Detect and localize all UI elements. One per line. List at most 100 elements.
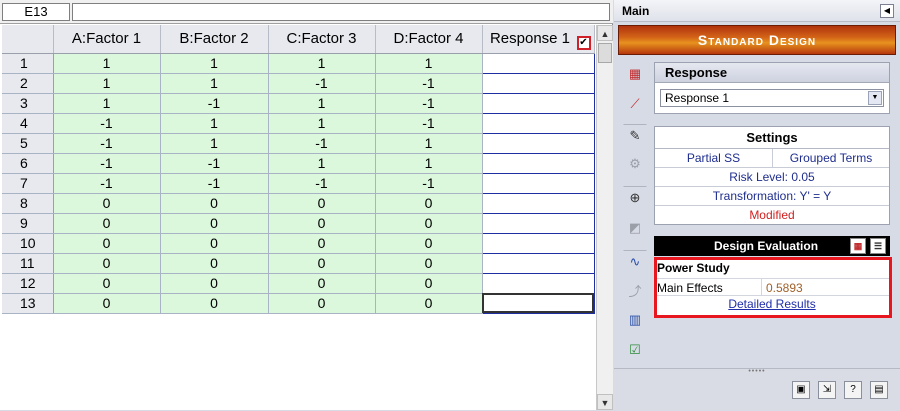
response-cell[interactable] [482,133,595,154]
formula-input[interactable] [72,3,610,21]
help-icon[interactable]: ? [844,381,862,399]
factor-cell[interactable]: 1 [268,113,376,134]
standard-design-banner[interactable]: Standard Design [618,25,896,55]
factor-cell[interactable]: -1 [268,133,376,154]
factor-cell[interactable]: 0 [268,193,376,214]
cell-reference-box[interactable]: E13 [2,3,70,21]
response-cell[interactable] [482,233,595,254]
row-header[interactable]: 3 [2,93,54,114]
factor-cell[interactable]: -1 [53,173,161,194]
factor-cell[interactable]: 0 [53,293,161,314]
factor-cell[interactable]: 0 [160,193,269,214]
col-header-response-1[interactable]: Response 1 ✔ [482,25,595,54]
factor-cell[interactable]: 1 [268,93,376,114]
col-header-factor-1[interactable]: A:Factor 1 [53,25,161,54]
factor-cell[interactable]: 0 [268,213,376,234]
row-header[interactable]: 9 [2,213,54,234]
analysis-disabled-icon[interactable]: ⚙ [623,152,647,176]
response-cell[interactable] [482,173,595,194]
evaluation-table-icon[interactable]: ▦ [850,238,866,254]
factor-cell[interactable]: 1 [53,93,161,114]
factor-cell[interactable]: 0 [53,253,161,274]
grouped-terms-link[interactable]: Grouped Terms [772,149,889,167]
response-cell[interactable] [482,193,595,214]
scroll-thumb[interactable] [598,43,612,63]
report-icon[interactable]: ▥ [623,308,647,332]
response-cell[interactable] [482,293,595,314]
factor-cell[interactable]: -1 [53,133,161,154]
transformation-link[interactable]: Transformation: Y' = Y [655,187,889,206]
factor-cell[interactable]: 1 [160,73,269,94]
factor-cell[interactable]: 1 [160,53,269,74]
risk-level-link[interactable]: Risk Level: 0.05 [655,168,889,187]
factor-cell[interactable]: 0 [53,213,161,234]
factor-cell[interactable]: -1 [268,173,376,194]
row-header[interactable]: 10 [2,233,54,254]
response-checkbox-icon[interactable]: ✔ [576,35,591,50]
response-cell[interactable] [482,273,595,294]
checklist-icon[interactable]: ☑ [623,338,647,362]
scroll-up-icon[interactable]: ▲ [597,25,613,41]
export-icon[interactable]: ⇲ [818,381,836,399]
open-icon[interactable]: ▣ [792,381,810,399]
row-header[interactable]: 13 [2,293,54,314]
resize-grip-icon[interactable]: ••••• [742,368,772,375]
chevron-down-icon[interactable]: ▼ [868,91,882,105]
factor-cell[interactable]: 1 [160,133,269,154]
response-select[interactable]: Response 1 ▼ [660,89,884,107]
factor-cell[interactable]: -1 [375,173,483,194]
add-response-icon[interactable]: ✎ [623,124,647,148]
row-header[interactable]: 8 [2,193,54,214]
factor-cell[interactable]: 0 [375,253,483,274]
factor-cell[interactable]: -1 [53,113,161,134]
response-cell[interactable] [482,73,595,94]
factor-cell[interactable]: 1 [375,153,483,174]
factor-cell[interactable]: -1 [375,93,483,114]
response-cell[interactable] [482,253,595,274]
row-header[interactable]: 11 [2,253,54,274]
factor-cell[interactable]: 0 [375,233,483,254]
factor-cell[interactable]: 1 [268,153,376,174]
row-header[interactable]: 5 [2,133,54,154]
target-icon[interactable]: ⊕ [623,186,647,210]
factor-cell[interactable]: 0 [375,213,483,234]
row-header[interactable]: 6 [2,153,54,174]
factor-cell[interactable]: -1 [375,113,483,134]
response-cell[interactable] [482,93,595,114]
row-header[interactable]: 1 [2,53,54,74]
factor-cell[interactable]: 0 [160,293,269,314]
factor-cell[interactable]: 0 [53,273,161,294]
optimization-icon[interactable]: ∿ [623,250,647,274]
notes-icon[interactable]: ▤ [870,381,888,399]
factor-cell[interactable]: 0 [268,293,376,314]
row-header[interactable]: 12 [2,273,54,294]
response-cell[interactable] [482,53,595,74]
factor-cell[interactable]: 0 [160,273,269,294]
factor-cell[interactable]: 0 [160,253,269,274]
factor-cell[interactable]: 0 [268,233,376,254]
factor-cell[interactable]: 0 [53,233,161,254]
vertical-scrollbar[interactable]: ▲ ▼ [596,25,613,410]
response-cell[interactable] [482,153,595,174]
row-header[interactable]: 7 [2,173,54,194]
factor-table-icon[interactable]: ▦ [623,62,647,86]
factor-cell[interactable]: 1 [160,113,269,134]
row-header[interactable]: 2 [2,73,54,94]
factor-cell[interactable]: -1 [375,73,483,94]
fit-line-icon[interactable]: ⟋ [623,92,647,116]
scroll-down-icon[interactable]: ▼ [597,394,613,410]
trend-disabled-icon[interactable]: ⤴ [623,280,647,304]
row-header[interactable]: 4 [2,113,54,134]
factor-cell[interactable]: 0 [375,273,483,294]
factor-cell[interactable]: -1 [53,153,161,174]
factor-cell[interactable]: 1 [375,133,483,154]
response-cell[interactable] [482,213,595,234]
factor-cell[interactable]: 0 [375,193,483,214]
factor-cell[interactable]: 0 [160,213,269,234]
factor-cell[interactable]: 0 [53,193,161,214]
factor-cell[interactable]: 0 [268,253,376,274]
factor-cell[interactable]: 1 [268,53,376,74]
col-header-factor-4[interactable]: D:Factor 4 [375,25,483,54]
factor-cell[interactable]: 1 [375,53,483,74]
col-header-factor-3[interactable]: C:Factor 3 [268,25,376,54]
